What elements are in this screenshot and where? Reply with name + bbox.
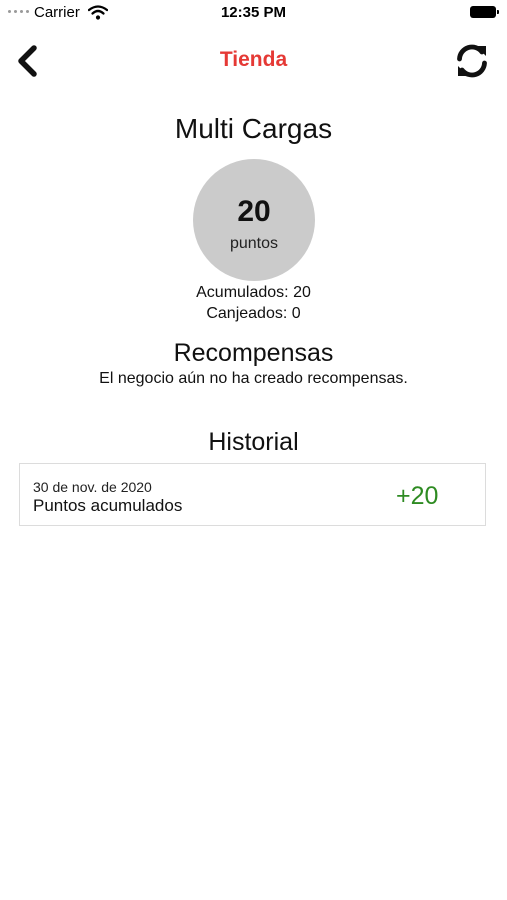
- battery-icon: [470, 6, 499, 18]
- refresh-icon: [457, 44, 487, 78]
- history-entry[interactable]: 30 de nov. de 2020 Puntos acumulados +20: [19, 463, 486, 526]
- points-unit-label: puntos: [229, 235, 279, 252]
- refresh-button[interactable]: [451, 42, 493, 80]
- points-circle: 20 puntos: [193, 159, 315, 281]
- history-entry-description: Puntos acumulados: [33, 496, 183, 515]
- redeemed-points: Canjeados: 0: [206, 305, 301, 322]
- rewards-empty-message: El negocio aún no ha creado recompensas.: [99, 370, 408, 387]
- points-value: 20: [237, 195, 271, 228]
- navigation-bar: Tienda: [0, 36, 507, 86]
- history-title: Historial: [208, 428, 299, 456]
- rewards-title: Recompensas: [173, 339, 334, 367]
- status-time: 12:35 PM: [220, 4, 287, 21]
- history-entry-amount: +20: [396, 482, 439, 510]
- store-name: Multi Cargas: [174, 113, 333, 144]
- page-title: Tienda: [219, 48, 288, 71]
- status-bar: Carrier 12:35 PM: [0, 0, 507, 26]
- history-entry-date: 30 de nov. de 2020: [33, 479, 152, 495]
- accumulated-points: Acumulados: 20: [196, 284, 311, 301]
